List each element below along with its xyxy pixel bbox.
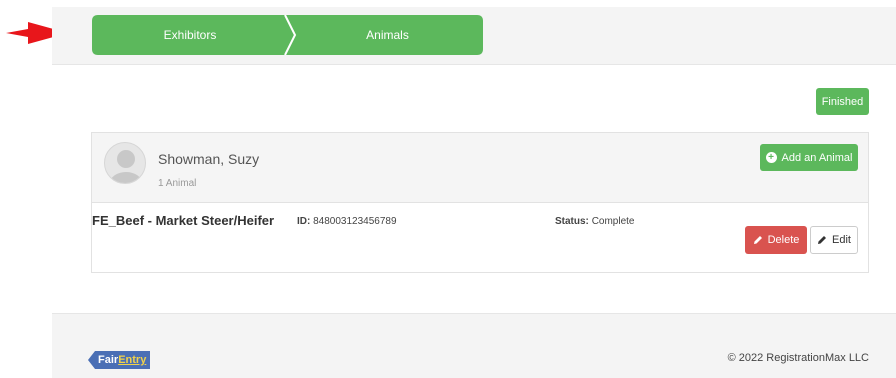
logo-part-entry: Entry [118, 354, 147, 366]
animal-id: ID: 848003123456789 [297, 216, 397, 227]
edit-label: Edit [832, 234, 851, 246]
exhibitor-name: Showman, Suzy [158, 151, 260, 167]
edit-button[interactable]: Edit [810, 226, 858, 254]
avatar [104, 142, 146, 184]
exhibitor-card-header: Showman, Suzy 1 Animal + Add an Animal [92, 133, 868, 203]
add-animal-label: Add an Animal [781, 151, 853, 164]
add-animal-button[interactable]: + Add an Animal [760, 144, 858, 171]
pencil-icon [753, 236, 762, 244]
step-exhibitors[interactable]: Exhibitors [92, 15, 288, 55]
animal-count: 1 Animal [158, 178, 197, 189]
plus-circle-icon: + [765, 152, 777, 163]
logo-part-fair: Fair [98, 354, 119, 366]
animal-status: Status: Complete [555, 216, 635, 227]
delete-button[interactable]: Delete [745, 226, 807, 254]
status-label: Status: [555, 216, 589, 227]
delete-label: Delete [767, 234, 800, 246]
animal-id-label: ID: [297, 216, 311, 227]
animal-id-value: 848003123456789 [313, 216, 397, 227]
fairentry-logo[interactable]: Fair Entry [88, 350, 151, 370]
status-value: Complete [591, 216, 635, 227]
footer [52, 313, 896, 378]
animal-name: FE_Beef - Market Steer/Heifer [92, 213, 275, 228]
finished-button[interactable]: Finished [816, 88, 869, 115]
pencil-icon [818, 236, 827, 244]
step-animals[interactable]: Animals [292, 15, 483, 55]
wizard-steps: Exhibitors Animals [92, 15, 483, 55]
avatar-placeholder-icon [110, 150, 142, 183]
exhibitor-card: Showman, Suzy 1 Animal + Add an Animal F… [91, 132, 869, 273]
copyright-text: © 2022 RegistrationMax LLC [727, 352, 869, 364]
